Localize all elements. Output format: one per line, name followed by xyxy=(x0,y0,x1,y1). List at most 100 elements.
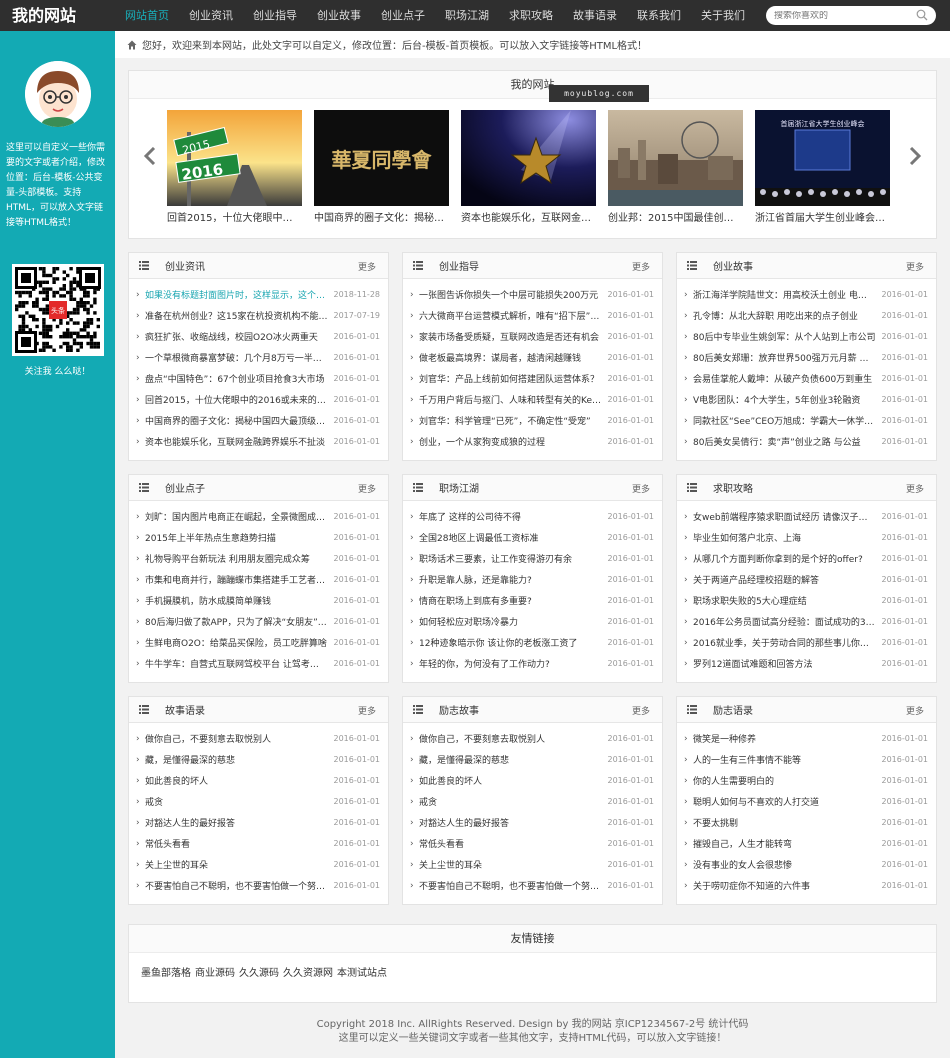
friend-link[interactable]: 商业源码 xyxy=(195,968,235,979)
list-item[interactable]: › 浙江海洋学院陆世文：用高校沃土创业 电商突围 2016-01-01 xyxy=(684,284,928,305)
list-item[interactable]: › 年轻的你，为何没有了工作动力? 2016-01-01 xyxy=(410,653,654,674)
article-title[interactable]: 浙江海洋学院陆世文：用高校沃土创业 电商突围 xyxy=(693,288,882,301)
article-title[interactable]: 做老板最高境界：谋局者，越清闲越赚钱 xyxy=(419,351,608,364)
list-item[interactable]: › 不要害怕自己不聪明，也不要害怕做一个努力的人 2016-01-01 xyxy=(136,875,380,896)
list-item[interactable]: › 同款社区“See”CEO万旭成：学霸大一休学创业 2016-01-01 xyxy=(684,410,928,431)
list-item[interactable]: › 疯狂扩张、收缩战线，校园O2O冰火两重天 2016-01-01 xyxy=(136,326,380,347)
article-title[interactable]: 情商在职场上到底有多重要? xyxy=(419,594,608,607)
article-title[interactable]: 从哪几个方面判断你拿到的是个好的offer? xyxy=(693,552,882,565)
list-item[interactable]: › 牛牛学车：自营式互联网驾校平台 让驾考省心 2016-01-01 xyxy=(136,653,380,674)
article-title[interactable]: 80后美女郑珊：放弃世界500强万元月薪 创业 xyxy=(693,351,882,364)
list-item[interactable]: › 生鲜电商O2O：给菜品买保险，员工吃胖算啥 2016-01-01 xyxy=(136,632,380,653)
article-title[interactable]: 创业，一个从家狗变成狼的过程 xyxy=(419,435,608,448)
list-item[interactable]: › 常低头看看 2016-01-01 xyxy=(410,833,654,854)
article-title[interactable]: 做你自己，不要刻意去取悦别人 xyxy=(145,732,334,745)
slide-item[interactable]: 2015 2016 回首2015，十位大佬眼中的2016 xyxy=(167,110,302,224)
article-title[interactable]: 做你自己，不要刻意去取悦别人 xyxy=(419,732,608,745)
list-item[interactable]: › 准备在杭州创业？这15家在杭投资机构不能错过 2017-07-19 xyxy=(136,305,380,326)
article-title[interactable]: 戒贪 xyxy=(419,795,608,808)
list-item[interactable]: › 手机摄膜机，防水成膜简单赚钱 2016-01-01 xyxy=(136,590,380,611)
article-title[interactable]: 刘官华：产品上线前如何搭建团队运营体系？ xyxy=(419,372,608,385)
list-item[interactable]: › 藏，是懂得最深的慈悲 2016-01-01 xyxy=(136,749,380,770)
list-item[interactable]: › 摧毁自己，人生才能转弯 2016-01-01 xyxy=(684,833,928,854)
article-title[interactable]: 常低头看看 xyxy=(419,837,608,850)
list-item[interactable]: › 礼物导购平台新玩法 利用朋友圈完成众筹 2016-01-01 xyxy=(136,548,380,569)
article-title[interactable]: V电影团队：4个大学生，5年创业3轮融资 xyxy=(693,393,882,406)
list-item[interactable]: › 2016就业季，关于劳动合同的那些事儿你需要知道 2016-01-01 xyxy=(684,632,928,653)
friend-link[interactable]: 久久资源网 xyxy=(283,968,333,979)
list-item[interactable]: › 微笑是一种修养 2016-01-01 xyxy=(684,728,928,749)
article-title[interactable]: 年底了 这样的公司待不得 xyxy=(419,510,608,523)
article-title[interactable]: 刘旷：国内图片电商正在崛起，全景微图成领头羊 xyxy=(145,510,334,523)
more-link[interactable]: 更多 xyxy=(358,260,376,273)
list-item[interactable]: › 2015年上半年热点生意趋势扫描 2016-01-01 xyxy=(136,527,380,548)
more-link[interactable]: 更多 xyxy=(358,482,376,495)
article-title[interactable]: 六大微商平台运营模式解析，唯有“招下层”可行 xyxy=(419,309,608,322)
nav-item[interactable]: 创业点子 xyxy=(371,0,435,31)
list-item[interactable]: › 罗列12道面试难题和回答方法 2016-01-01 xyxy=(684,653,928,674)
nav-item[interactable]: 创业指导 xyxy=(243,0,307,31)
article-title[interactable]: 家装市场备受质疑，互联网改造是否还有机会 xyxy=(419,330,608,343)
list-item[interactable]: › 常低头看看 2016-01-01 xyxy=(136,833,380,854)
avatar[interactable] xyxy=(25,61,91,127)
article-title[interactable]: 80后美女吴倩行：卖“声”创业之路 与公益 xyxy=(693,435,882,448)
list-item[interactable]: › 聪明人如何与不喜欢的人打交道 2016-01-01 xyxy=(684,791,928,812)
box-title[interactable]: 励志故事 xyxy=(439,702,479,717)
list-item[interactable]: › 资本也能娱乐化，互联网金融跨界娱乐不扯淡 2016-01-01 xyxy=(136,431,380,452)
list-item[interactable]: › 情商在职场上到底有多重要? 2016-01-01 xyxy=(410,590,654,611)
list-item[interactable]: › 关上尘世的耳朵 2016-01-01 xyxy=(410,854,654,875)
article-title[interactable]: 藏，是懂得最深的慈悲 xyxy=(145,753,334,766)
article-title[interactable]: 关上尘世的耳朵 xyxy=(145,858,334,871)
article-title[interactable]: 不要太挑剔 xyxy=(693,816,882,829)
article-title[interactable]: 牛牛学车：自营式互联网驾校平台 让驾考省心 xyxy=(145,657,334,670)
article-title[interactable]: 回首2015，十位大佬眼中的2016或未来的样子 xyxy=(145,393,334,406)
nav-item[interactable]: 创业故事 xyxy=(307,0,371,31)
article-title[interactable]: 升职是靠人脉，还是靠能力? xyxy=(419,573,608,586)
article-title[interactable]: 刘官华：科学管理“已死”，不确定性“受宠” xyxy=(419,414,608,427)
list-item[interactable]: › 对豁达人生的最好报答 2016-01-01 xyxy=(410,812,654,833)
box-title[interactable]: 故事语录 xyxy=(165,702,205,717)
list-item[interactable]: › 六大微商平台运营模式解析，唯有“招下层”可行 2016-01-01 xyxy=(410,305,654,326)
article-title[interactable]: 关上尘世的耳朵 xyxy=(419,858,608,871)
slide-item[interactable]: 创业邦：2015中国最佳创业城市 xyxy=(608,110,743,224)
list-item[interactable]: › 市集和电商并行，蹦蹦蝶市集搭建手工艺者桥梁 2016-01-01 xyxy=(136,569,380,590)
article-title[interactable]: 职场求职失败的5大心理症结 xyxy=(693,594,882,607)
slide-item[interactable]: 资本也能娱乐化，互联网金融跨界 xyxy=(461,110,596,224)
article-title[interactable]: 80后海归做了款APP，只为了解决“女朋友”问题 xyxy=(145,615,334,628)
list-item[interactable]: › 全国28地区上调最低工资标准 2016-01-01 xyxy=(410,527,654,548)
nav-item[interactable]: 职场江湖 xyxy=(435,0,499,31)
more-link[interactable]: 更多 xyxy=(632,482,650,495)
article-title[interactable]: 12种迹象暗示你 该让你的老板涨工资了 xyxy=(419,636,608,649)
list-item[interactable]: › 做你自己，不要刻意去取悦别人 2016-01-01 xyxy=(410,728,654,749)
nav-item[interactable]: 故事语录 xyxy=(563,0,627,31)
article-title[interactable]: 生鲜电商O2O：给菜品买保险，员工吃胖算啥 xyxy=(145,636,334,649)
list-item[interactable]: › 没有事业的女人会很悲惨 2016-01-01 xyxy=(684,854,928,875)
list-item[interactable]: › 创业，一个从家狗变成狼的过程 2016-01-01 xyxy=(410,431,654,452)
article-title[interactable]: 中国商界的圈子文化：揭秘中国四大最顶级圈子 xyxy=(145,414,334,427)
article-title[interactable]: 关于唠叨症你不知道的六件事 xyxy=(693,879,882,892)
box-title[interactable]: 励志语录 xyxy=(713,702,753,717)
box-title[interactable]: 创业点子 xyxy=(165,480,205,495)
list-item[interactable]: › 藏，是懂得最深的慈悲 2016-01-01 xyxy=(410,749,654,770)
list-item[interactable]: › 你的人生需要明白的 2016-01-01 xyxy=(684,770,928,791)
article-title[interactable]: 孔令博：从北大辞职 用吃出来的点子创业 xyxy=(693,309,882,322)
list-item[interactable]: › 12种迹象暗示你 该让你的老板涨工资了 2016-01-01 xyxy=(410,632,654,653)
list-item[interactable]: › 刘旷：国内图片电商正在崛起，全景微图成领头羊 2016-01-01 xyxy=(136,506,380,527)
slide-caption[interactable]: 中国商界的圈子文化：揭秘中国四大 xyxy=(314,209,449,224)
more-link[interactable]: 更多 xyxy=(906,260,924,273)
article-title[interactable]: 2016年公务员面试高分经验：面试成功的3个秘诀 xyxy=(693,615,882,628)
list-item[interactable]: › 从哪几个方面判断你拿到的是个好的offer? 2016-01-01 xyxy=(684,548,928,569)
list-item[interactable]: › 家装市场备受质疑，互联网改造是否还有机会 2016-01-01 xyxy=(410,326,654,347)
article-title[interactable]: 人的一生有三件事情不能等 xyxy=(693,753,882,766)
list-item[interactable]: › 如此善良的坏人 2016-01-01 xyxy=(136,770,380,791)
more-link[interactable]: 更多 xyxy=(632,704,650,717)
list-item[interactable]: › 职场求职失败的5大心理症结 2016-01-01 xyxy=(684,590,928,611)
list-item[interactable]: › 80后海归做了款APP，只为了解决“女朋友”问题 2016-01-01 xyxy=(136,611,380,632)
search-input[interactable] xyxy=(774,10,908,21)
more-link[interactable]: 更多 xyxy=(906,482,924,495)
article-title[interactable]: 如何轻松应对职场冷暴力 xyxy=(419,615,608,628)
list-item[interactable]: › 如此善良的坏人 2016-01-01 xyxy=(410,770,654,791)
article-title[interactable]: 藏，是懂得最深的慈悲 xyxy=(419,753,608,766)
list-item[interactable]: › 刘官华：产品上线前如何搭建团队运营体系？ 2016-01-01 xyxy=(410,368,654,389)
site-logo[interactable]: 我的网站 xyxy=(0,0,115,31)
